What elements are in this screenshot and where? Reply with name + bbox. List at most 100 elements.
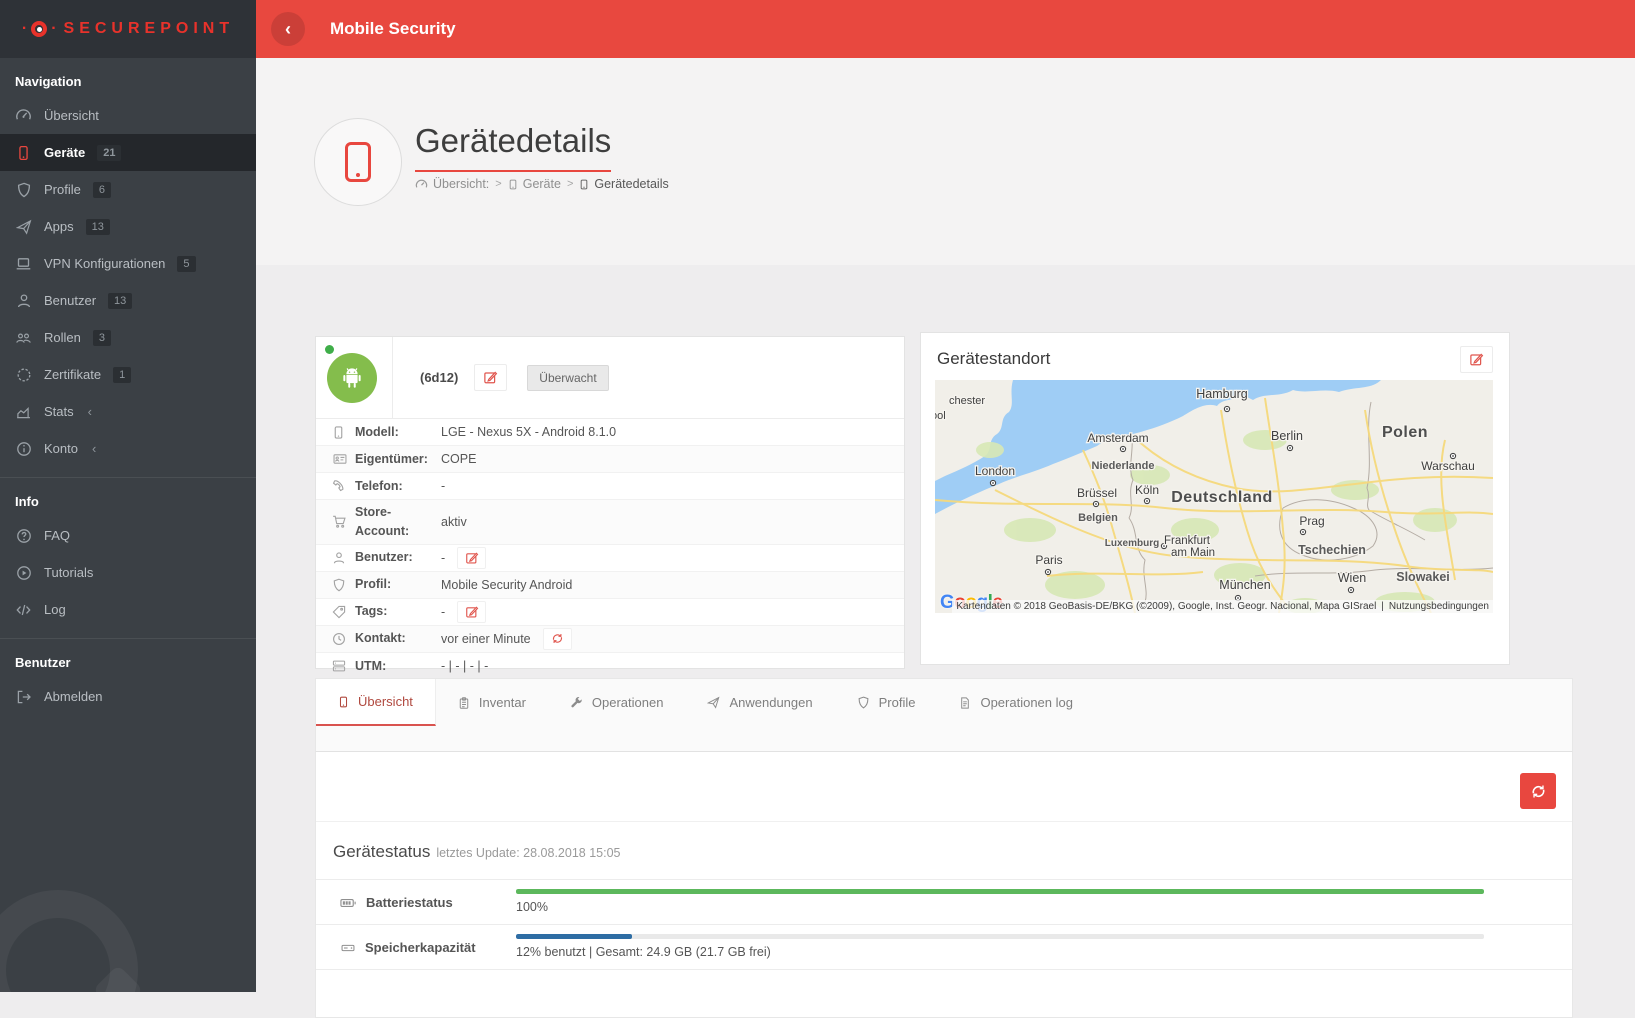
- map-label: Warschau: [1421, 459, 1475, 473]
- tab-uebersicht[interactable]: Übersicht: [316, 679, 436, 726]
- edit-benutzer-button[interactable]: [457, 547, 486, 569]
- sidebar-section-info: Info: [0, 478, 256, 517]
- brand-logo[interactable]: · · SECUREPOINT: [0, 0, 256, 58]
- tab-profile[interactable]: Profile: [835, 679, 938, 726]
- map-label: Amsterdam: [1087, 431, 1148, 445]
- sidebar-item-stats[interactable]: Stats ‹: [0, 393, 256, 430]
- tab-operationen-log[interactable]: Operationen log: [937, 679, 1095, 726]
- edit-tags-button[interactable]: [457, 601, 486, 623]
- breadcrumb-geraete[interactable]: Geräte: [508, 177, 561, 191]
- sidebar-item-uebersicht[interactable]: Übersicht: [0, 97, 256, 134]
- shield-icon: [332, 578, 348, 592]
- tab-strip: Übersicht Inventar Operationen Anwendung…: [315, 678, 1573, 752]
- tab-label: Profile: [879, 695, 916, 710]
- device-row-store-account: Store-Account: aktiv: [316, 500, 904, 545]
- back-button[interactable]: ‹: [271, 12, 305, 46]
- battery-progress-fill: [516, 889, 1484, 894]
- count-badge: 13: [108, 293, 132, 309]
- edit-icon: [483, 370, 498, 385]
- breadcrumb-separator: >: [495, 178, 501, 190]
- device-row-label: Modell:: [355, 420, 441, 445]
- count-badge: 5: [177, 256, 195, 272]
- count-badge: 6: [93, 182, 111, 198]
- page-title: Gerätedetails: [415, 122, 611, 172]
- storage-status-row: Speicherkapazität 12% benutzt | Gesamt: …: [316, 925, 1572, 970]
- device-status-table: Batteriestatus 100% Speicherkapazität: [316, 879, 1572, 970]
- topbar-title: Mobile Security: [330, 19, 456, 39]
- sidebar-item-log[interactable]: Log: [0, 591, 256, 628]
- battery-value-text: 100%: [516, 900, 1484, 914]
- tab-inventar[interactable]: Inventar: [436, 679, 548, 726]
- tab-label: Inventar: [479, 695, 526, 710]
- tab-label: Operationen log: [980, 695, 1073, 710]
- tab-anwendungen[interactable]: Anwendungen: [685, 679, 834, 726]
- sidebar-item-geraete[interactable]: Geräte 21: [0, 134, 256, 171]
- sidebar-item-rollen[interactable]: Rollen 3: [0, 319, 256, 356]
- map-attribution: Kartendaten © 2018 GeoBasis-DE/BKG (©200…: [952, 600, 1493, 613]
- tab-label: Übersicht: [358, 694, 413, 709]
- device-row-value: aktiv: [441, 515, 467, 529]
- sidebar-item-label: Tutorials: [44, 565, 93, 580]
- sidebar-item-profile[interactable]: Profile 6: [0, 171, 256, 208]
- terms-link[interactable]: Nutzungsbedingungen: [1389, 601, 1489, 612]
- logo-dot-right: ·: [51, 20, 56, 38]
- sidebar-item-label: Rollen: [44, 330, 81, 345]
- android-icon: [327, 353, 377, 403]
- mobile-icon: [15, 144, 32, 161]
- refresh-status-button[interactable]: [1520, 773, 1556, 809]
- map-label: am Main: [1171, 547, 1215, 559]
- sidebar-item-label: Zertifikate: [44, 367, 101, 382]
- file-text-icon: [959, 696, 971, 710]
- device-status-heading: Gerätestatusletztes Update: 28.08.2018 1…: [333, 842, 1572, 862]
- refresh-kontakt-button[interactable]: [543, 628, 572, 650]
- monitored-button[interactable]: Überwacht: [527, 365, 608, 391]
- shield-icon: [15, 181, 32, 198]
- edit-device-name-button[interactable]: [474, 364, 507, 391]
- content-toolbar: [316, 752, 1572, 822]
- device-row-value: -: [441, 605, 445, 619]
- tag-icon: [332, 605, 348, 619]
- sidebar-item-apps[interactable]: Apps 13: [0, 208, 256, 245]
- shield-icon: [857, 696, 870, 709]
- sidebar-item-konto[interactable]: Konto ‹: [0, 430, 256, 467]
- topbar: ‹ Mobile Security: [256, 0, 1635, 58]
- sidebar-item-abmelden[interactable]: Abmelden: [0, 678, 256, 715]
- device-row-benutzer: Benutzer: -: [316, 545, 904, 572]
- stat-label-text: Batteriestatus: [366, 895, 453, 910]
- sidebar-item-zertifikate[interactable]: Zertifikate 1: [0, 356, 256, 393]
- tab-operationen[interactable]: Operationen: [548, 679, 686, 726]
- breadcrumb-label: Geräte: [523, 177, 561, 191]
- breadcrumb-uebersicht[interactable]: Übersicht:: [415, 177, 489, 191]
- map-label: Prag: [1299, 514, 1324, 528]
- code-icon: [15, 601, 32, 618]
- device-row-label: Benutzer:: [355, 545, 441, 570]
- wrench-icon: [570, 696, 583, 709]
- logo-o-icon: [31, 21, 47, 37]
- sidebar-item-tutorials[interactable]: Tutorials: [0, 554, 256, 591]
- cart-icon: [332, 514, 348, 529]
- play-circle-icon: [15, 564, 32, 581]
- edit-icon: [465, 551, 479, 565]
- refresh-icon: [1530, 783, 1547, 800]
- map-label: London: [975, 464, 1015, 478]
- device-info-card: (6d12) Überwacht Modell: LGE - Nexus 5X …: [315, 336, 905, 669]
- storage-progress-track: [516, 934, 1484, 939]
- device-row-value: - | - | - | -: [441, 659, 488, 673]
- sidebar-item-benutzer[interactable]: Benutzer 13: [0, 282, 256, 319]
- edit-location-button[interactable]: [1460, 346, 1493, 373]
- paper-plane-icon: [707, 696, 720, 709]
- tabs: Übersicht Inventar Operationen Anwendung…: [316, 679, 1572, 726]
- map[interactable]: chester ool Hamburg Berlin Polen Amsterd…: [935, 380, 1493, 613]
- sidebar-item-faq[interactable]: FAQ: [0, 517, 256, 554]
- chevron-left-icon: ‹: [92, 441, 96, 456]
- count-badge: 1: [113, 367, 131, 383]
- user-icon: [332, 551, 348, 565]
- sidebar-item-vpn[interactable]: VPN Konfigurationen 5: [0, 245, 256, 282]
- map-label: Köln: [1135, 483, 1159, 497]
- sidebar-item-label: Konto: [44, 441, 78, 456]
- sidebar-item-label: VPN Konfigurationen: [44, 256, 165, 271]
- users-icon: [15, 329, 32, 346]
- map-label: ool: [935, 410, 946, 422]
- device-row-label: Store-Account:: [355, 500, 441, 544]
- tab-content-uebersicht: Gerätestatusletztes Update: 28.08.2018 1…: [315, 752, 1573, 1018]
